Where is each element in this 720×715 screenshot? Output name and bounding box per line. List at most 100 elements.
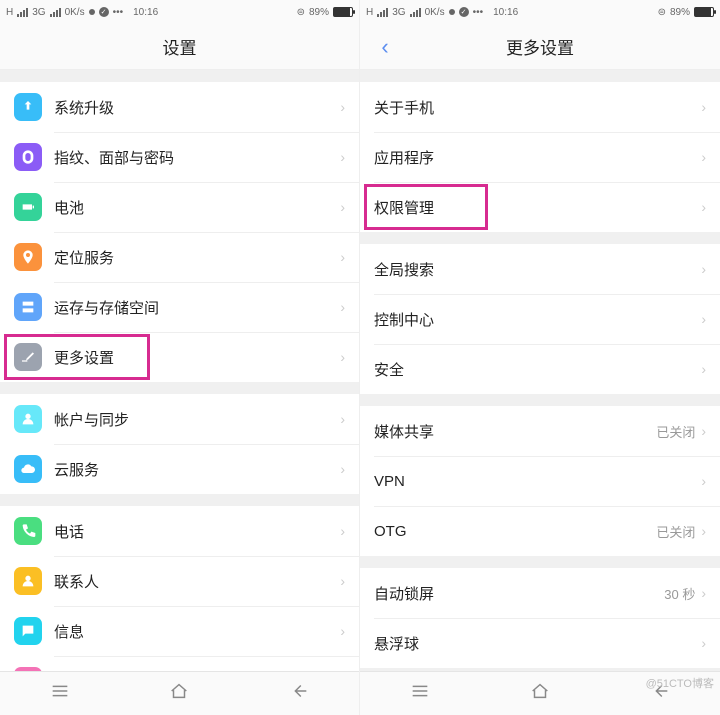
row-label: 控制中心 (374, 309, 701, 330)
more-icon (14, 343, 42, 371)
chevron-right-icon: › (701, 261, 706, 277)
phone-icon (14, 517, 42, 545)
net2-label: 3G (32, 7, 45, 18)
chevron-right-icon: › (701, 149, 706, 165)
row-cloud[interactable]: 云服务› (0, 444, 359, 494)
chevron-right-icon: › (340, 149, 345, 165)
row-control[interactable]: 控制中心› (360, 294, 720, 344)
battery-icon (694, 7, 714, 17)
row-upgrade[interactable]: 系统升级› (0, 82, 359, 132)
row-label: 运存与存储空间 (54, 297, 340, 318)
net-label: H (6, 7, 13, 18)
back-button[interactable] (288, 680, 310, 707)
row-battery[interactable]: 电池› (0, 182, 359, 232)
storage-icon (14, 293, 42, 321)
contacts-icon (14, 567, 42, 595)
check-icon: ✓ (99, 7, 109, 17)
wifi-icon: ⊜ (658, 7, 666, 18)
row-permissions[interactable]: 权限管理› (360, 182, 720, 232)
watermark: @51CTO博客 (646, 675, 714, 691)
chevron-right-icon: › (701, 473, 706, 489)
row-value: 30 秒 (664, 584, 695, 603)
page-title: 设置 (163, 34, 197, 59)
row-label: VPN (374, 473, 701, 490)
status-bar: H 3G 0K/s ✓ ••• 10:16 ⊜ 89% (360, 0, 720, 24)
album-icon (14, 667, 42, 671)
more-settings-list: 关于手机›应用程序›权限管理›全局搜索›控制中心›安全›媒体共享已关闭›VPN›… (360, 70, 720, 671)
header: ‹ 更多设置 (360, 24, 720, 70)
row-label: 云服务 (54, 459, 340, 480)
chevron-right-icon: › (701, 311, 706, 327)
cloud-icon (14, 455, 42, 483)
chevron-right-icon: › (340, 299, 345, 315)
signal-bars-icon (17, 8, 28, 17)
row-label: 系统升级 (54, 97, 340, 118)
row-storage[interactable]: 运存与存储空间› (0, 282, 359, 332)
row-label: 定位服务 (54, 247, 340, 268)
row-more[interactable]: 更多设置› (0, 332, 359, 382)
more-dots-icon: ••• (113, 7, 124, 18)
battery-icon (333, 7, 353, 17)
row-account[interactable]: 帐户与同步› (0, 394, 359, 444)
fingerprint-icon (14, 143, 42, 171)
row-label: 全局搜索 (374, 259, 701, 280)
check-icon: ✓ (459, 7, 469, 17)
page-title: 更多设置 (506, 34, 574, 59)
row-label: 悬浮球 (374, 633, 701, 654)
row-contacts[interactable]: 联系人› (0, 556, 359, 606)
signal-bars-icon (377, 8, 388, 17)
header: 设置 (0, 24, 359, 70)
net-label: H (366, 7, 373, 18)
chevron-right-icon: › (701, 199, 706, 215)
chevron-right-icon: › (701, 99, 706, 115)
row-about[interactable]: 关于手机› (360, 82, 720, 132)
back-chevron-button[interactable]: ‹ (370, 24, 400, 70)
row-label: 电池 (54, 197, 340, 218)
row-otg[interactable]: OTG已关闭 › (360, 506, 720, 556)
row-floatball[interactable]: 悬浮球› (360, 618, 720, 668)
row-label: 帐户与同步 (54, 409, 340, 430)
row-security[interactable]: 安全› (360, 344, 720, 394)
signal-bars-icon (410, 8, 421, 17)
row-autolock[interactable]: 自动锁屏30 秒 › (360, 568, 720, 618)
menu-button[interactable] (409, 680, 431, 707)
row-vpn[interactable]: VPN› (360, 456, 720, 506)
home-button[interactable] (529, 680, 551, 707)
chevron-right-icon: › (340, 349, 345, 365)
chevron-right-icon: › (701, 585, 706, 601)
row-apps[interactable]: 应用程序› (360, 132, 720, 182)
dot-icon (89, 9, 95, 15)
row-fingerprint[interactable]: 指纹、面部与密码› (0, 132, 359, 182)
row-label: 权限管理 (374, 197, 701, 218)
speed-label: 0K/s (65, 7, 85, 18)
row-album[interactable]: 相册› (0, 656, 359, 671)
chevron-right-icon: › (701, 523, 706, 539)
row-message[interactable]: 信息› (0, 606, 359, 656)
row-label: OTG (374, 523, 656, 540)
wifi-icon: ⊜ (297, 7, 305, 18)
chevron-right-icon: › (701, 635, 706, 651)
battery-icon (14, 193, 42, 221)
signal-bars-icon (50, 8, 61, 17)
row-label: 指纹、面部与密码 (54, 147, 340, 168)
clock-label: 10:16 (133, 7, 158, 18)
row-label: 自动锁屏 (374, 583, 664, 604)
settings-screen: H 3G 0K/s ✓ ••• 10:16 ⊜ 89% 设置 系统升级›指纹、面… (0, 0, 360, 715)
menu-button[interactable] (49, 680, 71, 707)
row-location[interactable]: 定位服务› (0, 232, 359, 282)
settings-list: 系统升级›指纹、面部与密码›电池›定位服务›运存与存储空间›更多设置›帐户与同步… (0, 70, 359, 671)
row-media[interactable]: 媒体共享已关闭› (360, 406, 720, 456)
chevron-right-icon: › (340, 411, 345, 427)
chevron-right-icon: › (340, 461, 345, 477)
row-phone[interactable]: 电话› (0, 506, 359, 556)
location-icon (14, 243, 42, 271)
chevron-right-icon: › (340, 249, 345, 265)
home-button[interactable] (168, 680, 190, 707)
row-search[interactable]: 全局搜索› (360, 244, 720, 294)
row-label: 应用程序 (374, 147, 701, 168)
row-label: 电话 (54, 521, 340, 542)
upgrade-icon (14, 93, 42, 121)
row-value: 已关闭 (656, 522, 695, 541)
dot-icon (449, 9, 455, 15)
row-label: 相册 (54, 671, 340, 672)
